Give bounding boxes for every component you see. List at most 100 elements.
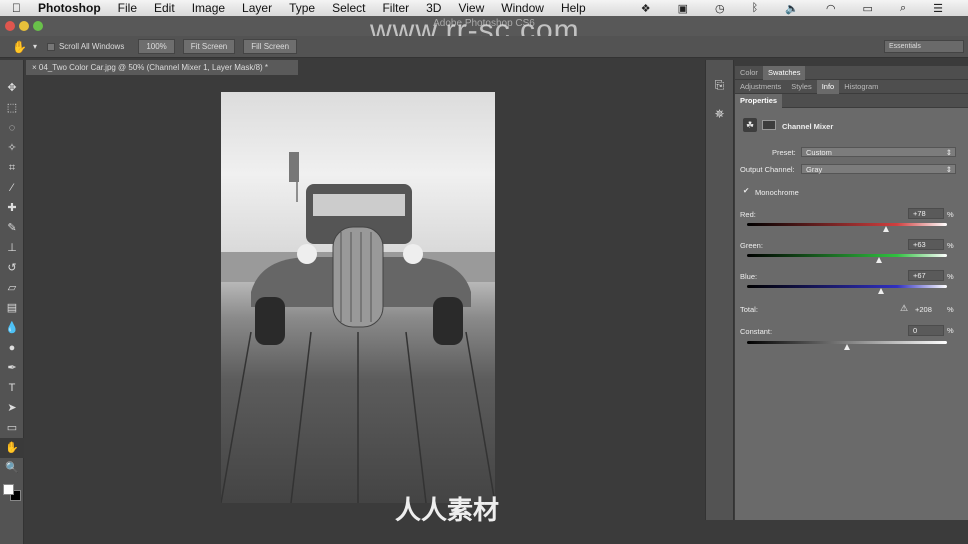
menu-file[interactable]: File	[118, 1, 137, 15]
tab-color[interactable]: Color	[735, 66, 763, 80]
channel-mixer-icon[interactable]: ☘	[743, 118, 757, 132]
options-bar: ✋ ▾ Scroll All Windows 100% Fit Screen F…	[0, 36, 968, 58]
tools-panel: ✥ ⬚ ◌ ✧ ⌗ ⁄ ✚ ✎ ⊥ ↺ ▱ ▤ 💧 ● ✒ T ➤ ▭ ✋ 🔍	[0, 60, 24, 544]
total-unit: %	[947, 305, 954, 314]
watermark-logo: 人人素材	[395, 495, 500, 525]
zoom-100-button[interactable]: 100%	[138, 39, 175, 54]
brush-tool-icon[interactable]: ✎	[0, 218, 24, 238]
menu-help[interactable]: Help	[561, 1, 586, 15]
clone-stamp-tool-icon[interactable]: ⊥	[0, 238, 24, 258]
list-icon[interactable]: ☰	[933, 2, 943, 15]
close-tab-icon[interactable]: ×	[32, 63, 39, 72]
marquee-tool-icon[interactable]: ⬚	[0, 98, 24, 118]
tab-properties[interactable]: Properties	[735, 93, 783, 108]
layer-mask-icon[interactable]	[762, 120, 776, 130]
spotlight-icon[interactable]: ⌕	[900, 2, 906, 15]
blue-unit: %	[947, 272, 954, 281]
path-selection-tool-icon[interactable]: ➤	[0, 398, 24, 418]
tab-styles[interactable]: Styles	[786, 80, 816, 94]
constant-unit: %	[947, 326, 954, 335]
blue-label: Blue:	[740, 272, 758, 281]
time-machine-icon[interactable]: ◷	[715, 2, 725, 15]
preset-label: Preset:	[772, 148, 796, 157]
menu-photoshop[interactable]: Photoshop	[38, 1, 101, 15]
properties-panel-tabs: Properties	[735, 93, 968, 108]
pen-tool-icon[interactable]: ✒	[0, 358, 24, 378]
red-slider-thumb[interactable]	[883, 226, 889, 232]
scroll-all-label: Scroll All Windows	[58, 42, 125, 51]
menu-image[interactable]: Image	[192, 1, 225, 15]
blur-tool-icon[interactable]: 💧	[0, 318, 24, 338]
constant-input[interactable]: 0	[908, 325, 944, 336]
blue-slider-thumb[interactable]	[877, 288, 884, 294]
hand-tool-icon[interactable]: ✋	[0, 438, 24, 458]
output-channel-label: Output Channel:	[740, 165, 795, 174]
green-slider[interactable]	[747, 254, 947, 257]
history-brush-tool-icon[interactable]: ↺	[0, 258, 24, 278]
gradient-tool-icon[interactable]: ▤	[0, 298, 24, 318]
green-input[interactable]: +63	[908, 239, 944, 250]
move-tool-icon[interactable]: ✥	[0, 78, 24, 98]
preset-select[interactable]: Custom ⇕	[801, 147, 956, 157]
eyedropper-tool-icon[interactable]: ⁄	[0, 178, 24, 198]
crop-tool-icon[interactable]: ⌗	[0, 158, 24, 178]
blue-slider[interactable]	[747, 285, 947, 288]
car-photo	[221, 152, 495, 503]
calendar-icon[interactable]: ▣	[678, 2, 688, 15]
red-label: Red:	[740, 210, 756, 219]
history-panel-icon[interactable]: ⎘	[706, 78, 733, 93]
tab-histogram[interactable]: Histogram	[839, 80, 883, 94]
menu-view[interactable]: View	[458, 1, 484, 15]
menu-window[interactable]: Window	[501, 1, 544, 15]
red-slider[interactable]	[747, 223, 947, 226]
tab-info[interactable]: Info	[816, 79, 840, 94]
shape-tool-icon[interactable]: ▭	[0, 418, 24, 438]
menu-layer[interactable]: Layer	[242, 1, 272, 15]
hand-tool-icon[interactable]: ✋	[12, 40, 27, 54]
battery-icon[interactable]: ▭	[863, 2, 873, 15]
bluetooth-icon[interactable]: ᛒ	[752, 2, 759, 14]
healing-brush-tool-icon[interactable]: ✚	[0, 198, 24, 218]
total-value: +208	[915, 305, 932, 314]
canvas-image[interactable]	[221, 92, 495, 503]
fill-screen-button[interactable]: Fill Screen	[243, 39, 298, 54]
monochrome-checkbox[interactable]: ✔	[743, 186, 749, 195]
eraser-tool-icon[interactable]: ▱	[0, 278, 24, 298]
preset-value: Custom	[806, 148, 832, 157]
volume-icon[interactable]: 🔈	[785, 2, 799, 15]
properties-content: ☘ Channel Mixer Preset: Custom ⇕ Output C…	[735, 108, 968, 518]
tab-adjustments[interactable]: Adjustments	[735, 80, 786, 94]
menu-edit[interactable]: Edit	[154, 1, 175, 15]
properties-title: Channel Mixer	[782, 122, 834, 131]
apple-icon[interactable]: 	[12, 1, 21, 15]
scroll-all-checkbox[interactable]	[46, 42, 55, 51]
document-tab-title: 04_Two Color Car.jpg @ 50% (Channel Mixe…	[38, 63, 269, 72]
tool-preset-dropdown[interactable]: ▾	[33, 42, 37, 51]
workspace-select[interactable]: Essentials	[884, 40, 964, 53]
monochrome-label: Monochrome	[755, 188, 799, 197]
zoom-tool-icon[interactable]: 🔍	[0, 458, 24, 478]
dodge-tool-icon[interactable]: ●	[0, 338, 24, 358]
magic-wand-tool-icon[interactable]: ✧	[0, 138, 24, 158]
lasso-tool-icon[interactable]: ◌	[0, 118, 24, 138]
warning-icon: ⚠	[900, 303, 909, 313]
right-panels: Color Swatches Adjustments Styles Info H…	[735, 65, 968, 520]
color-swatches[interactable]	[0, 478, 23, 508]
tool-presets-icon[interactable]: ✵	[706, 107, 733, 121]
document-tab[interactable]: × 04_Two Color Car.jpg @ 50% (Channel Mi…	[26, 60, 298, 75]
blue-input[interactable]: +67	[908, 270, 944, 281]
wifi-icon[interactable]: ◠	[826, 2, 836, 15]
red-input[interactable]: +78	[908, 208, 944, 219]
output-channel-select[interactable]: Gray ⇕	[801, 164, 956, 174]
type-tool-icon[interactable]: T	[0, 378, 24, 398]
constant-slider-thumb[interactable]	[844, 344, 850, 350]
output-channel-value: Gray	[806, 165, 823, 174]
tab-swatches[interactable]: Swatches	[762, 65, 806, 80]
dropbox-icon[interactable]: ❖	[641, 2, 651, 15]
menu-type[interactable]: Type	[289, 1, 315, 15]
menu-3d[interactable]: 3D	[426, 1, 441, 15]
green-slider-thumb[interactable]	[875, 257, 882, 263]
menu-select[interactable]: Select	[332, 1, 365, 15]
menu-filter[interactable]: Filter	[382, 1, 409, 15]
fit-screen-button[interactable]: Fit Screen	[182, 39, 236, 54]
